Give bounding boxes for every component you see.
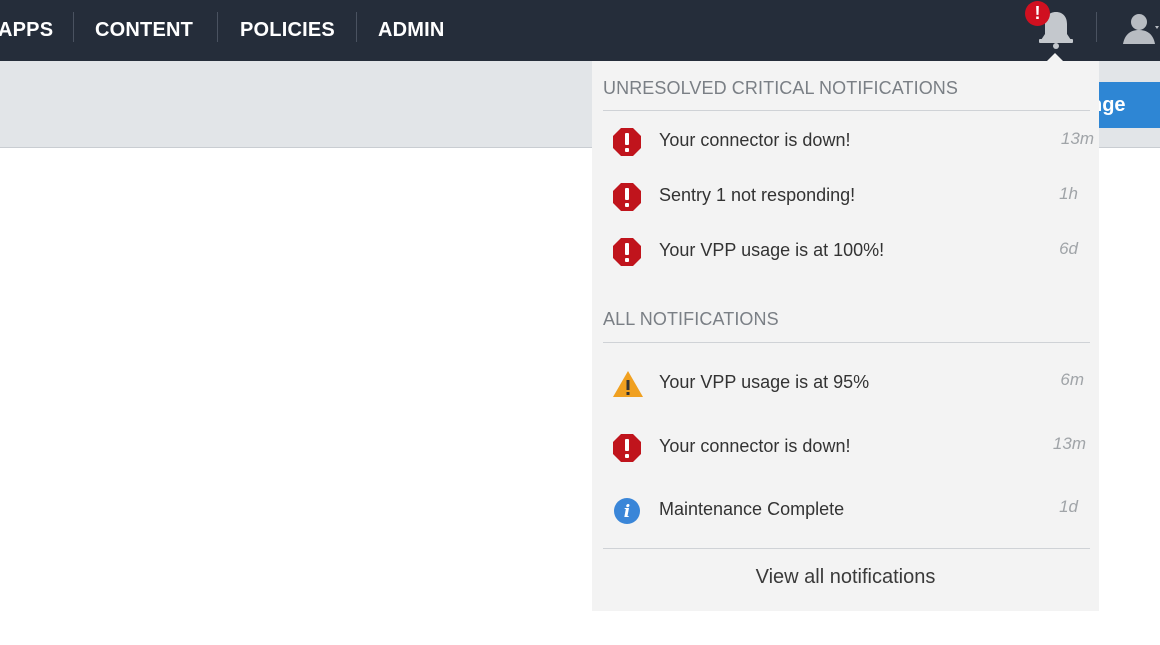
- critical-stop-icon: [612, 433, 642, 463]
- critical-section-title: UNRESOLVED CRITICAL NOTIFICATIONS: [603, 78, 959, 98]
- notification-time: 13m: [1052, 434, 1086, 453]
- notification-text: Maintenance Complete: [659, 499, 845, 519]
- info-circle-icon: i: [612, 496, 642, 526]
- critical-stop-icon: [612, 182, 642, 212]
- notification-time: 6d: [1059, 239, 1078, 258]
- notification-time: 13m: [1060, 129, 1094, 148]
- notification-time: 6m: [1060, 370, 1084, 389]
- critical-stop-icon: [612, 127, 642, 157]
- notification-item[interactable]: i Maintenance Complete 1d: [592, 487, 1099, 533]
- warning-triangle-icon: [612, 369, 643, 399]
- nav-policies[interactable]: POLICIES: [240, 0, 335, 61]
- nav-divider: [356, 12, 357, 42]
- critical-notification-item[interactable]: Your connector is down! 13m: [592, 117, 1099, 163]
- nav-apps[interactable]: APPS: [0, 0, 53, 61]
- notification-time: 1h: [1059, 184, 1078, 203]
- user-avatar-icon[interactable]: [1117, 8, 1160, 48]
- top-nav-bar: APPS CONTENT POLICIES ADMIN !: [0, 0, 1160, 61]
- nav-content[interactable]: CONTENT: [95, 0, 193, 61]
- nav-divider: [217, 12, 218, 42]
- nav-divider: [73, 12, 74, 42]
- critical-notification-item[interactable]: Sentry 1 not responding! 1h: [592, 172, 1099, 218]
- notification-badge: !: [1025, 1, 1050, 26]
- notification-time: 1d: [1059, 497, 1078, 516]
- notifications-dropdown: UNRESOLVED CRITICAL NOTIFICATIONS Your c…: [592, 61, 1099, 611]
- critical-stop-icon: [612, 237, 642, 267]
- section-divider: [603, 110, 1090, 111]
- all-section-title: ALL NOTIFICATIONS: [603, 309, 779, 329]
- notification-text: Your VPP usage is at 95%: [659, 372, 870, 392]
- section-divider: [603, 342, 1090, 343]
- notification-text: Your VPP usage is at 100%!: [659, 240, 885, 260]
- notification-text: Your connector is down!: [659, 130, 851, 150]
- view-all-notifications-link[interactable]: View all notifications: [592, 566, 1099, 589]
- notification-text: Sentry 1 not responding!: [659, 185, 856, 205]
- notification-item[interactable]: Your VPP usage is at 95% 6m: [592, 360, 1099, 406]
- nav-divider: [1096, 12, 1097, 42]
- notification-text: Your connector is down!: [659, 436, 851, 456]
- nav-admin[interactable]: ADMIN: [378, 0, 445, 61]
- svg-text:i: i: [624, 502, 630, 522]
- section-divider: [603, 548, 1090, 549]
- critical-notification-item[interactable]: Your VPP usage is at 100%! 6d: [592, 227, 1099, 273]
- notification-item[interactable]: Your connector is down! 13m: [592, 424, 1099, 470]
